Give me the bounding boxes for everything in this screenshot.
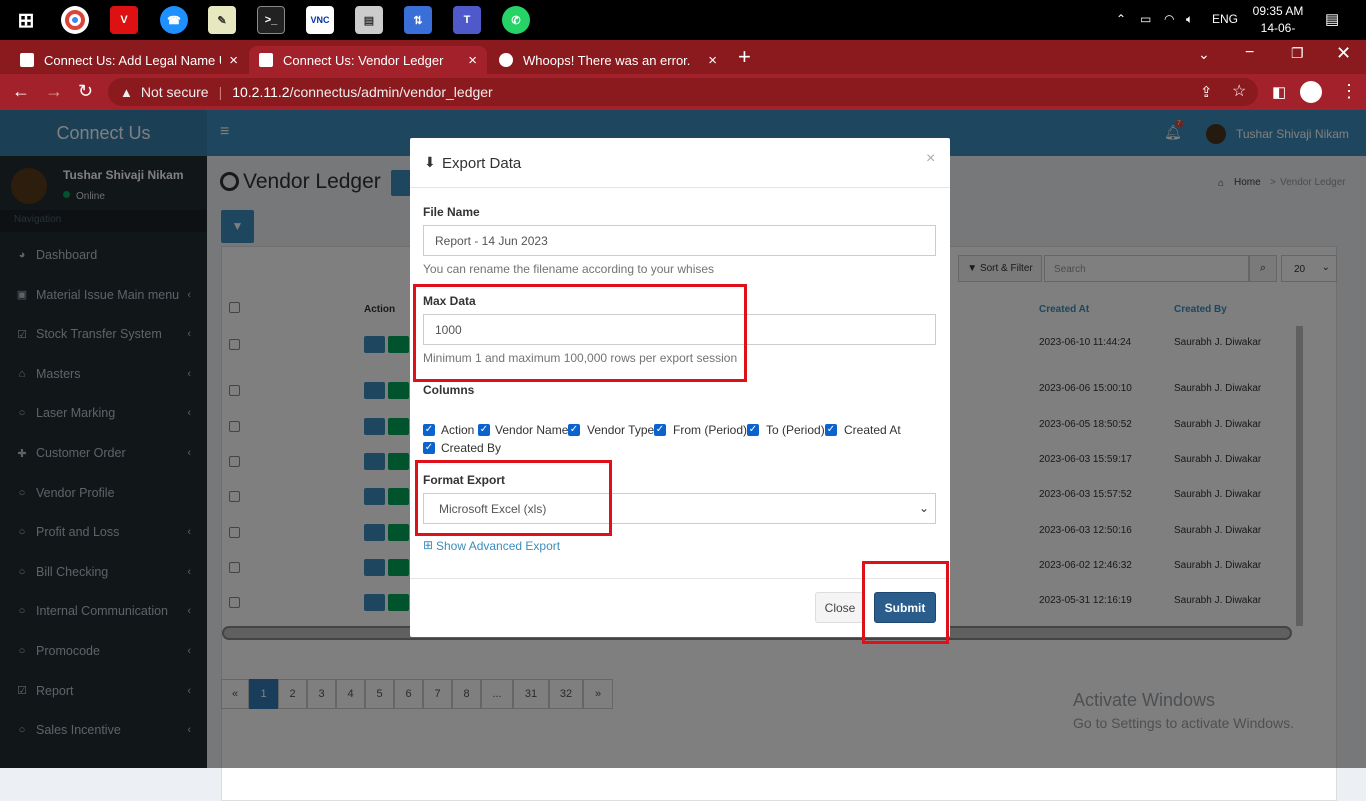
- windows-start-icon[interactable]: ⊞: [12, 6, 40, 34]
- share-icon[interactable]: ⇪: [1200, 83, 1213, 101]
- globe-icon: [499, 53, 513, 67]
- show-advanced-export-link[interactable]: Show Advanced Export: [436, 539, 560, 553]
- column-checkbox[interactable]: ✓: [825, 424, 837, 436]
- column-checkbox[interactable]: ✓: [423, 442, 435, 454]
- site-favicon-icon: [20, 53, 34, 67]
- vivaldi-icon[interactable]: V: [110, 6, 138, 34]
- url-path: /connectus/admin/vendor_ledger: [289, 84, 493, 100]
- column-checkbox-label[interactable]: From (Period): [673, 423, 747, 437]
- volume-icon[interactable]: 🔈︎: [1186, 12, 1193, 27]
- columns-label: Columns: [423, 383, 475, 397]
- download-icon: ⬇: [424, 154, 436, 170]
- column-checkbox[interactable]: ✓: [654, 424, 666, 436]
- tab-title: Whoops! There was an error.: [523, 52, 691, 68]
- more-menu-icon[interactable]: ⋮: [1340, 81, 1358, 102]
- files-icon[interactable]: ▤: [355, 6, 383, 34]
- address-bar[interactable]: ▲ Not secure | 10.2.11.2 /connectus/admi…: [108, 78, 1258, 106]
- url-host: 10.2.11.2: [232, 84, 290, 100]
- chrome-icon[interactable]: [61, 6, 89, 34]
- column-checkbox[interactable]: ✓: [747, 424, 759, 436]
- profile-avatar-icon[interactable]: [1300, 81, 1322, 103]
- bookmark-star-icon[interactable]: ☆: [1232, 81, 1246, 101]
- security-label[interactable]: Not secure: [141, 84, 209, 100]
- battery-icon[interactable]: ▭: [1140, 12, 1151, 26]
- modal-close-x-icon[interactable]: ×: [926, 150, 935, 168]
- tab-add-legal-name[interactable]: Connect Us: Add Legal Name Up ×: [10, 46, 248, 74]
- notepad-icon[interactable]: ✎: [208, 6, 236, 34]
- modal-header-divider: [410, 187, 950, 188]
- column-checkbox[interactable]: ✓: [568, 424, 580, 436]
- side-panel-icon[interactable]: ◧: [1272, 83, 1286, 101]
- column-checkbox-label[interactable]: Vendor Name: [495, 423, 568, 437]
- column-checkbox-label[interactable]: Vendor Type: [587, 423, 654, 437]
- close-tab-icon[interactable]: ×: [468, 52, 477, 69]
- language-indicator[interactable]: ENG: [1212, 12, 1238, 26]
- restore-window-button[interactable]: ❐: [1291, 45, 1304, 62]
- back-arrow-icon[interactable]: ←: [12, 81, 30, 102]
- warning-icon: ▲: [120, 84, 133, 100]
- chevron-up-icon[interactable]: ⌃: [1116, 12, 1126, 26]
- chevron-down-icon: ⌄: [918, 501, 929, 515]
- column-checkbox-label[interactable]: Created By: [441, 441, 501, 455]
- tab-title: Connect Us: Vendor Ledger: [283, 52, 444, 68]
- modal-title: Export Data: [442, 155, 522, 172]
- reload-icon[interactable]: ↻: [78, 81, 93, 102]
- tab-vendor-ledger[interactable]: Connect Us: Vendor Ledger ×: [249, 46, 487, 74]
- highlight-format-export: [415, 460, 612, 536]
- close-tab-icon[interactable]: ×: [708, 52, 717, 69]
- close-tab-icon[interactable]: ×: [229, 52, 238, 69]
- close-window-button[interactable]: ✕: [1336, 43, 1351, 64]
- file-name-help: You can rename the filename according to…: [423, 262, 715, 276]
- url-divider: |: [218, 84, 223, 100]
- tab-title: Connect Us: Add Legal Name Up: [44, 52, 222, 68]
- new-tab-button[interactable]: +: [738, 44, 751, 70]
- clock-time: 09:35 AM: [1252, 4, 1304, 18]
- tab-whoops-error[interactable]: Whoops! There was an error. ×: [489, 46, 727, 74]
- windows-taskbar: ⊞ V ☎ ✎ >_ VNC ▤ ⇅ T ✆ ⌃ ▭ ◠ 🔈︎ ENG 09:3…: [0, 0, 1366, 52]
- vnc-icon[interactable]: VNC: [306, 6, 334, 34]
- browser-toolbar: ← → ↻ ▲ Not secure | 10.2.11.2 /connectu…: [0, 74, 1366, 110]
- column-checkbox-label[interactable]: Action: [441, 423, 474, 437]
- minimize-window-button[interactable]: −: [1245, 44, 1254, 62]
- cmd-icon[interactable]: >_: [257, 6, 285, 34]
- phone-app-icon[interactable]: ☎: [160, 6, 188, 34]
- forward-arrow-icon[interactable]: →: [45, 81, 63, 102]
- teams-icon[interactable]: T: [453, 6, 481, 34]
- close-button[interactable]: Close: [815, 592, 865, 623]
- notifications-center-icon[interactable]: ▤: [1325, 10, 1339, 28]
- column-checkbox-label[interactable]: To (Period): [766, 423, 825, 437]
- browser-tab-strip: Connect Us: Add Legal Name Up × Connect …: [0, 40, 1366, 74]
- plus-square-icon[interactable]: ⊞: [423, 538, 433, 552]
- column-checkbox-label[interactable]: Created At: [844, 423, 901, 437]
- column-checkbox[interactable]: ✓: [423, 424, 435, 436]
- highlight-max-data: [413, 284, 747, 382]
- file-name-input[interactable]: Report - 14 Jun 2023: [423, 225, 936, 256]
- wifi-icon[interactable]: ◠: [1164, 12, 1174, 26]
- site-favicon-icon: [259, 53, 273, 67]
- whatsapp-icon[interactable]: ✆: [502, 6, 530, 34]
- highlight-submit: [862, 561, 949, 644]
- tab-search-chevron-icon[interactable]: ⌄: [1198, 46, 1210, 63]
- file-name-label: File Name: [423, 205, 480, 219]
- column-checkbox[interactable]: ✓: [478, 424, 490, 436]
- network-icon[interactable]: ⇅: [404, 6, 432, 34]
